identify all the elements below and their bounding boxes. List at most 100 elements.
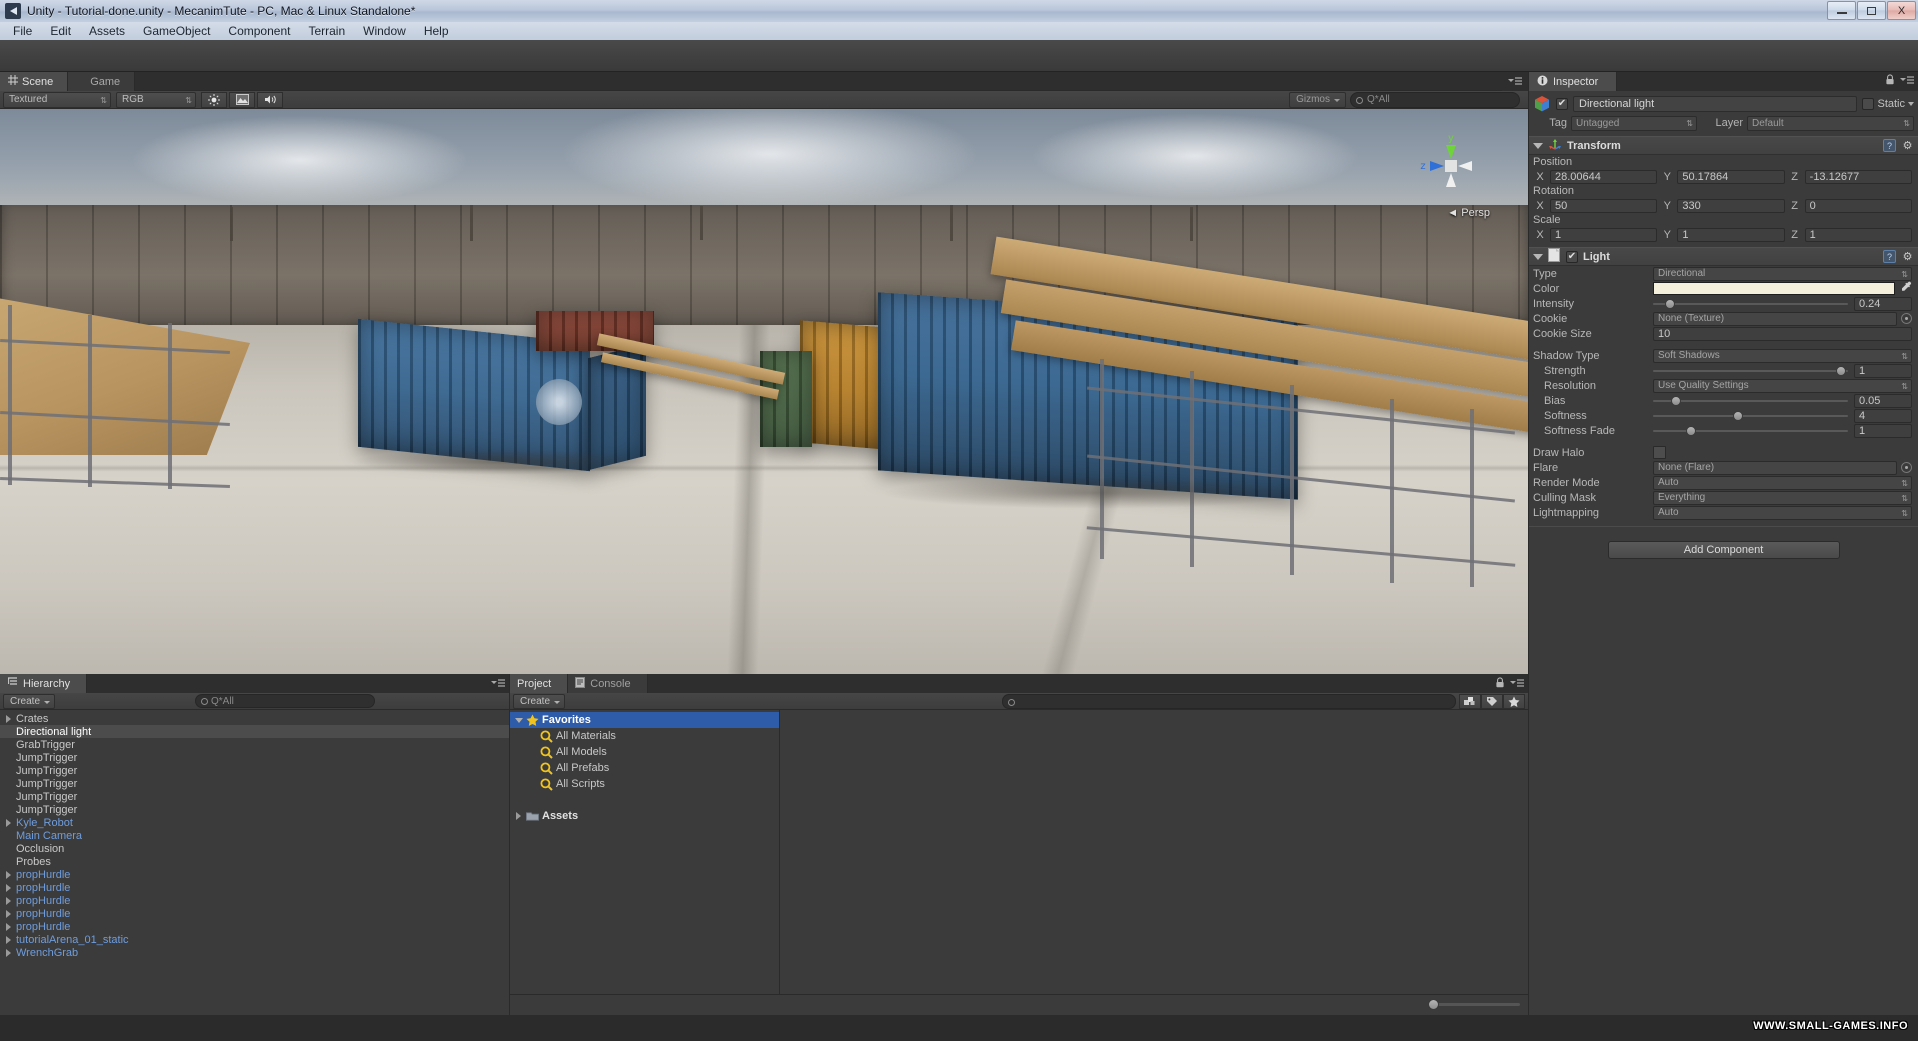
object-picker-icon[interactable]	[1901, 313, 1912, 324]
menu-component[interactable]: Component	[219, 23, 299, 40]
scene-axis-gizmo[interactable]: y z	[1416, 131, 1486, 201]
static-checkbox[interactable]	[1862, 98, 1875, 110]
hierarchy-item-directional-light[interactable]: Directional light	[0, 725, 509, 738]
hierarchy-item-kyle-robot[interactable]: Kyle_Robot	[0, 816, 509, 829]
hierarchy-item-probes[interactable]: Probes	[0, 855, 509, 868]
hierarchy-item-prophurdle[interactable]: propHurdle	[0, 920, 509, 933]
tab-inspector[interactable]: Inspector	[1529, 72, 1618, 91]
hierarchy-item-jumptrigger[interactable]: JumpTrigger	[0, 751, 509, 764]
gizmos-dropdown[interactable]: Gizmos	[1289, 91, 1346, 108]
project-menu-icon[interactable]	[1510, 677, 1524, 691]
menu-help[interactable]: Help	[415, 23, 458, 40]
expand-arrow-icon[interactable]	[4, 897, 13, 905]
expand-arrow-icon[interactable]	[514, 718, 523, 723]
light-flare-object-field[interactable]: None (Flare)	[1653, 460, 1897, 475]
light-intensity-slider[interactable]	[1653, 297, 1848, 311]
filter-favorites-button[interactable]	[1503, 693, 1526, 709]
light-softness-input[interactable]: 4	[1854, 408, 1912, 423]
light-draw-halo-checkbox[interactable]	[1653, 446, 1666, 459]
rotation-y-input[interactable]: 330	[1677, 198, 1785, 213]
expand-arrow-icon[interactable]	[514, 812, 523, 820]
expand-arrow-icon[interactable]	[4, 923, 13, 931]
hierarchy-item-tutorialarena-01-static[interactable]: tutorialArena_01_static	[0, 933, 509, 946]
scene-search-input[interactable]: Q*All	[1350, 91, 1520, 108]
project-lock-icon[interactable]	[1495, 677, 1505, 691]
tab-project[interactable]: Project	[510, 674, 569, 693]
light-lightmapping-dropdown[interactable]: Auto ⇅	[1653, 505, 1912, 520]
audio-toggle-button[interactable]	[257, 91, 283, 108]
hierarchy-item-prophurdle[interactable]: propHurdle	[0, 907, 509, 920]
eyedropper-icon[interactable]	[1899, 281, 1912, 296]
hierarchy-item-crates[interactable]: Crates	[0, 712, 509, 725]
project-item-all-materials[interactable]: All Materials	[510, 728, 779, 744]
gameobject-name-input[interactable]: Directional light	[1573, 96, 1858, 112]
tab-console[interactable]: Console	[568, 674, 648, 693]
hierarchy-item-jumptrigger[interactable]: JumpTrigger	[0, 777, 509, 790]
render-mode-dropdown[interactable]: RGB ⇅	[116, 91, 196, 108]
position-y-input[interactable]: 50.17864	[1677, 169, 1785, 184]
scene-panel-menu-button[interactable]	[1502, 72, 1528, 91]
scale-x-input[interactable]: 1	[1550, 227, 1658, 242]
light-shadow-type-dropdown[interactable]: Soft Shadows ⇅	[1653, 348, 1912, 363]
perspective-label[interactable]: ◄ Persp	[1447, 207, 1490, 219]
hierarchy-menu-icon[interactable]	[491, 677, 505, 691]
scale-z-input[interactable]: 1	[1804, 227, 1912, 242]
maximize-button[interactable]	[1857, 1, 1886, 20]
gear-icon[interactable]: ⚙	[1901, 250, 1914, 263]
fx-toggle-button[interactable]	[229, 91, 255, 108]
scene-viewport[interactable]: y z ◄ Persp	[0, 109, 1528, 674]
inspector-menu-icon[interactable]	[1900, 74, 1914, 88]
light-culling-mask-dropdown[interactable]: Everything ⇅	[1653, 490, 1912, 505]
static-toggle[interactable]: Static	[1862, 98, 1914, 110]
expand-arrow-icon[interactable]	[4, 936, 13, 944]
light-color-swatch[interactable]	[1653, 282, 1895, 295]
gear-icon[interactable]: ⚙	[1901, 139, 1914, 152]
lighting-toggle-button[interactable]	[201, 91, 227, 108]
foldout-icon[interactable]	[1533, 142, 1543, 149]
position-x-input[interactable]: 28.00644	[1550, 169, 1658, 184]
hierarchy-search-input[interactable]: Q*All	[195, 694, 376, 708]
project-zoom-slider[interactable]	[1428, 999, 1520, 1010]
project-search-input[interactable]	[1001, 693, 1457, 709]
object-picker-icon[interactable]	[1901, 462, 1912, 473]
menu-assets[interactable]: Assets	[80, 23, 134, 40]
light-component-header[interactable]: Light ? ⚙	[1529, 247, 1918, 266]
foldout-icon[interactable]	[1533, 253, 1543, 260]
light-bias-input[interactable]: 0.05	[1854, 393, 1912, 408]
minimize-button[interactable]	[1827, 1, 1856, 20]
light-resolution-dropdown[interactable]: Use Quality Settings ⇅	[1653, 378, 1912, 393]
expand-arrow-icon[interactable]	[4, 871, 13, 879]
expand-arrow-icon[interactable]	[4, 910, 13, 918]
hierarchy-item-grabtrigger[interactable]: GrabTrigger	[0, 738, 509, 751]
project-item-favorites[interactable]: Favorites	[510, 712, 779, 728]
menu-file[interactable]: File	[4, 23, 41, 40]
position-z-input[interactable]: -13.12677	[1804, 169, 1912, 184]
rotation-z-input[interactable]: 0	[1804, 198, 1912, 213]
tab-hierarchy[interactable]: Hierarchy	[0, 674, 88, 693]
tab-game[interactable]: Game	[68, 72, 136, 91]
light-bias-slider[interactable]	[1653, 394, 1848, 408]
layer-dropdown[interactable]: Default ⇅	[1747, 115, 1914, 131]
expand-arrow-icon[interactable]	[4, 949, 13, 957]
project-item-assets[interactable]: Assets	[510, 808, 779, 824]
hierarchy-item-prophurdle[interactable]: propHurdle	[0, 894, 509, 907]
draw-mode-dropdown[interactable]: Textured ⇅	[3, 91, 111, 108]
light-cookie-object-field[interactable]: None (Texture)	[1653, 311, 1897, 326]
expand-arrow-icon[interactable]	[4, 819, 13, 827]
menu-edit[interactable]: Edit	[41, 23, 80, 40]
project-item-all-models[interactable]: All Models	[510, 744, 779, 760]
light-strength-slider[interactable]	[1653, 364, 1848, 378]
transform-component-header[interactable]: Transform ? ⚙	[1529, 136, 1918, 155]
menu-window[interactable]: Window	[354, 23, 415, 40]
expand-arrow-icon[interactable]	[4, 884, 13, 892]
filter-by-label-button[interactable]	[1481, 693, 1504, 709]
scale-y-input[interactable]: 1	[1677, 227, 1785, 242]
tab-scene[interactable]: Scene	[0, 72, 69, 91]
hierarchy-create-button[interactable]: Create	[3, 693, 56, 709]
light-enabled-checkbox[interactable]	[1566, 250, 1578, 263]
hierarchy-item-jumptrigger[interactable]: JumpTrigger	[0, 764, 509, 777]
expand-arrow-icon[interactable]	[4, 715, 13, 723]
help-icon[interactable]: ?	[1883, 139, 1896, 152]
project-create-button[interactable]: Create	[513, 693, 566, 709]
menu-gameobject[interactable]: GameObject	[134, 23, 219, 40]
